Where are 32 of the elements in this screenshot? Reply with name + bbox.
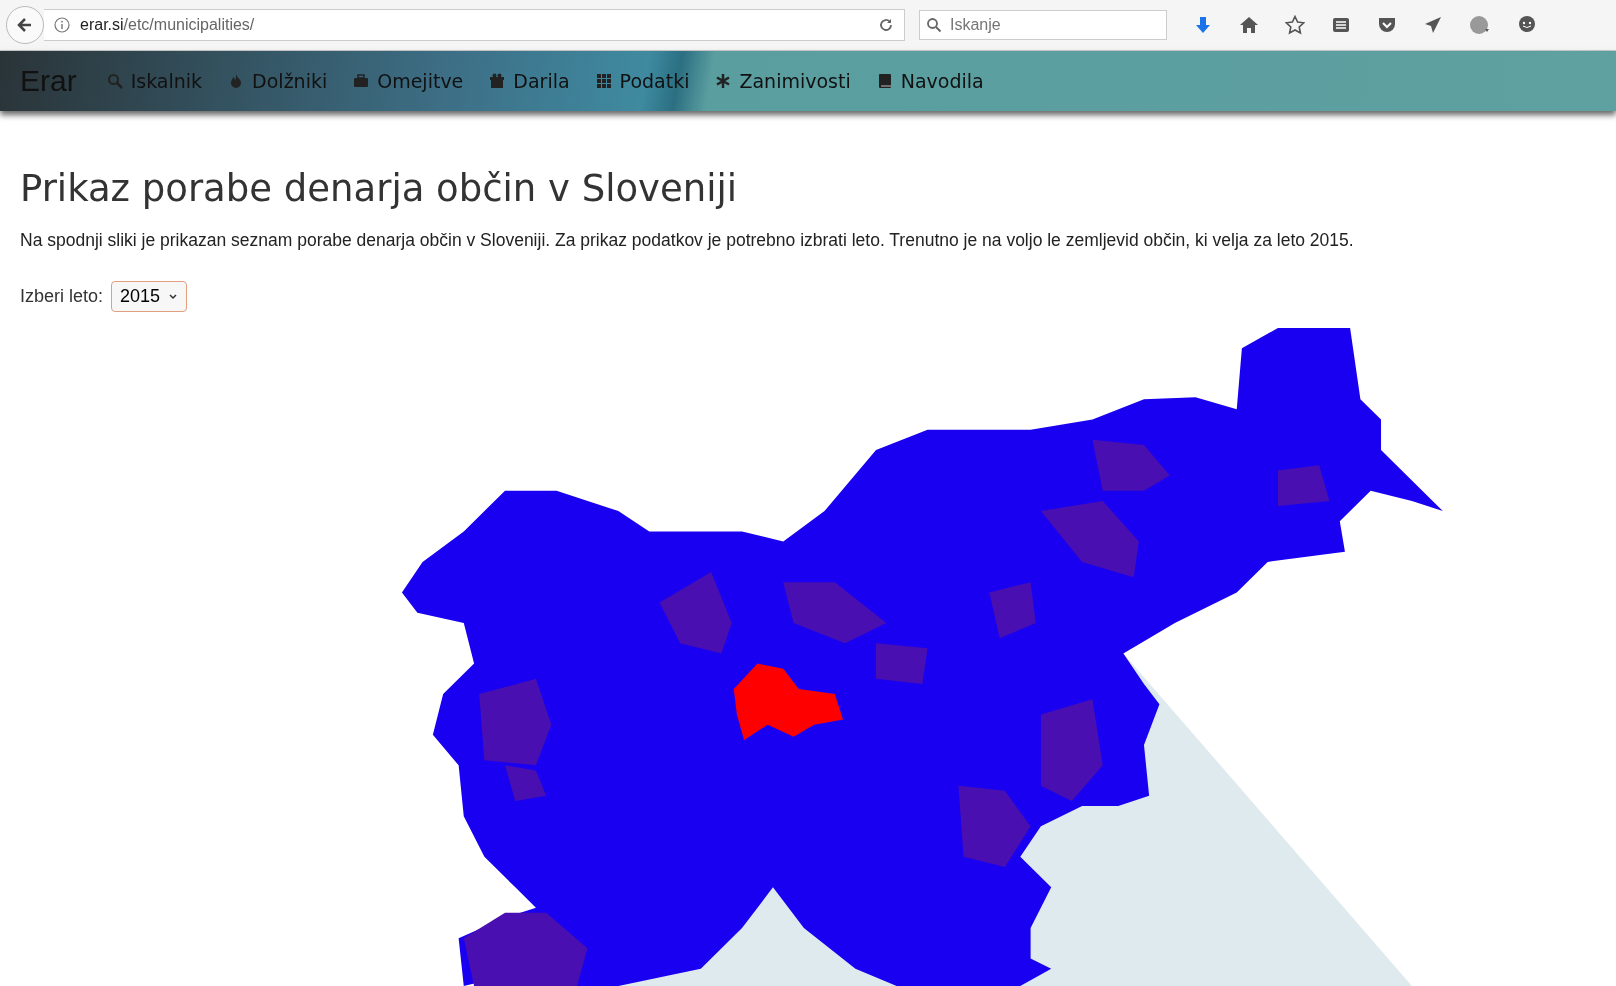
briefcase-icon [353,73,370,89]
address-field[interactable]: erar.si/etc/municipalities/ [44,9,905,41]
chat-icon[interactable] [1517,15,1537,35]
pocket-icon[interactable] [1377,15,1397,35]
intro-paragraph: Na spodnji sliki je prikazan seznam porabe denarja občin v Sloveniji. Za prikaz podatkov je potrebno izbrati leto. Trenutno je na voljo le zemljevid občin, ki velja za leto 2015. [20,230,1355,251]
asterisk-icon [715,73,732,89]
gift-icon [489,73,506,89]
page-title: Prikaz porabe denarja občin v Sloveniji [20,167,739,210]
nav-link[interactable]: Omejitve [353,70,464,92]
url-text: erar.si/etc/municipalities/ [80,16,255,34]
reload-icon[interactable] [878,17,894,33]
nav-link[interactable]: Podatki [595,70,690,92]
nav-link[interactable]: Darila [489,70,570,92]
year-select[interactable]: 2015 [111,281,188,312]
adblock-icon[interactable] [1469,15,1491,35]
back-button[interactable] [6,6,44,44]
year-label: Izberi leto: [20,286,104,307]
book-icon [876,73,893,89]
reader-icon[interactable] [1331,15,1351,35]
nav-link[interactable]: Zanimivosti [715,70,851,92]
search-icon [926,17,942,33]
info-icon[interactable] [54,17,70,33]
grid-icon [595,73,612,89]
search-icon [106,73,123,89]
send-icon[interactable] [1423,15,1443,35]
nav-link[interactable]: Navodila [876,70,984,92]
caret-icon [168,292,179,301]
download-icon[interactable] [1193,15,1213,35]
search-field[interactable]: Iskanje [919,10,1167,40]
nav-link[interactable]: Dolžniki [228,70,328,92]
star-icon[interactable] [1285,15,1305,35]
home-icon[interactable] [1239,15,1259,35]
